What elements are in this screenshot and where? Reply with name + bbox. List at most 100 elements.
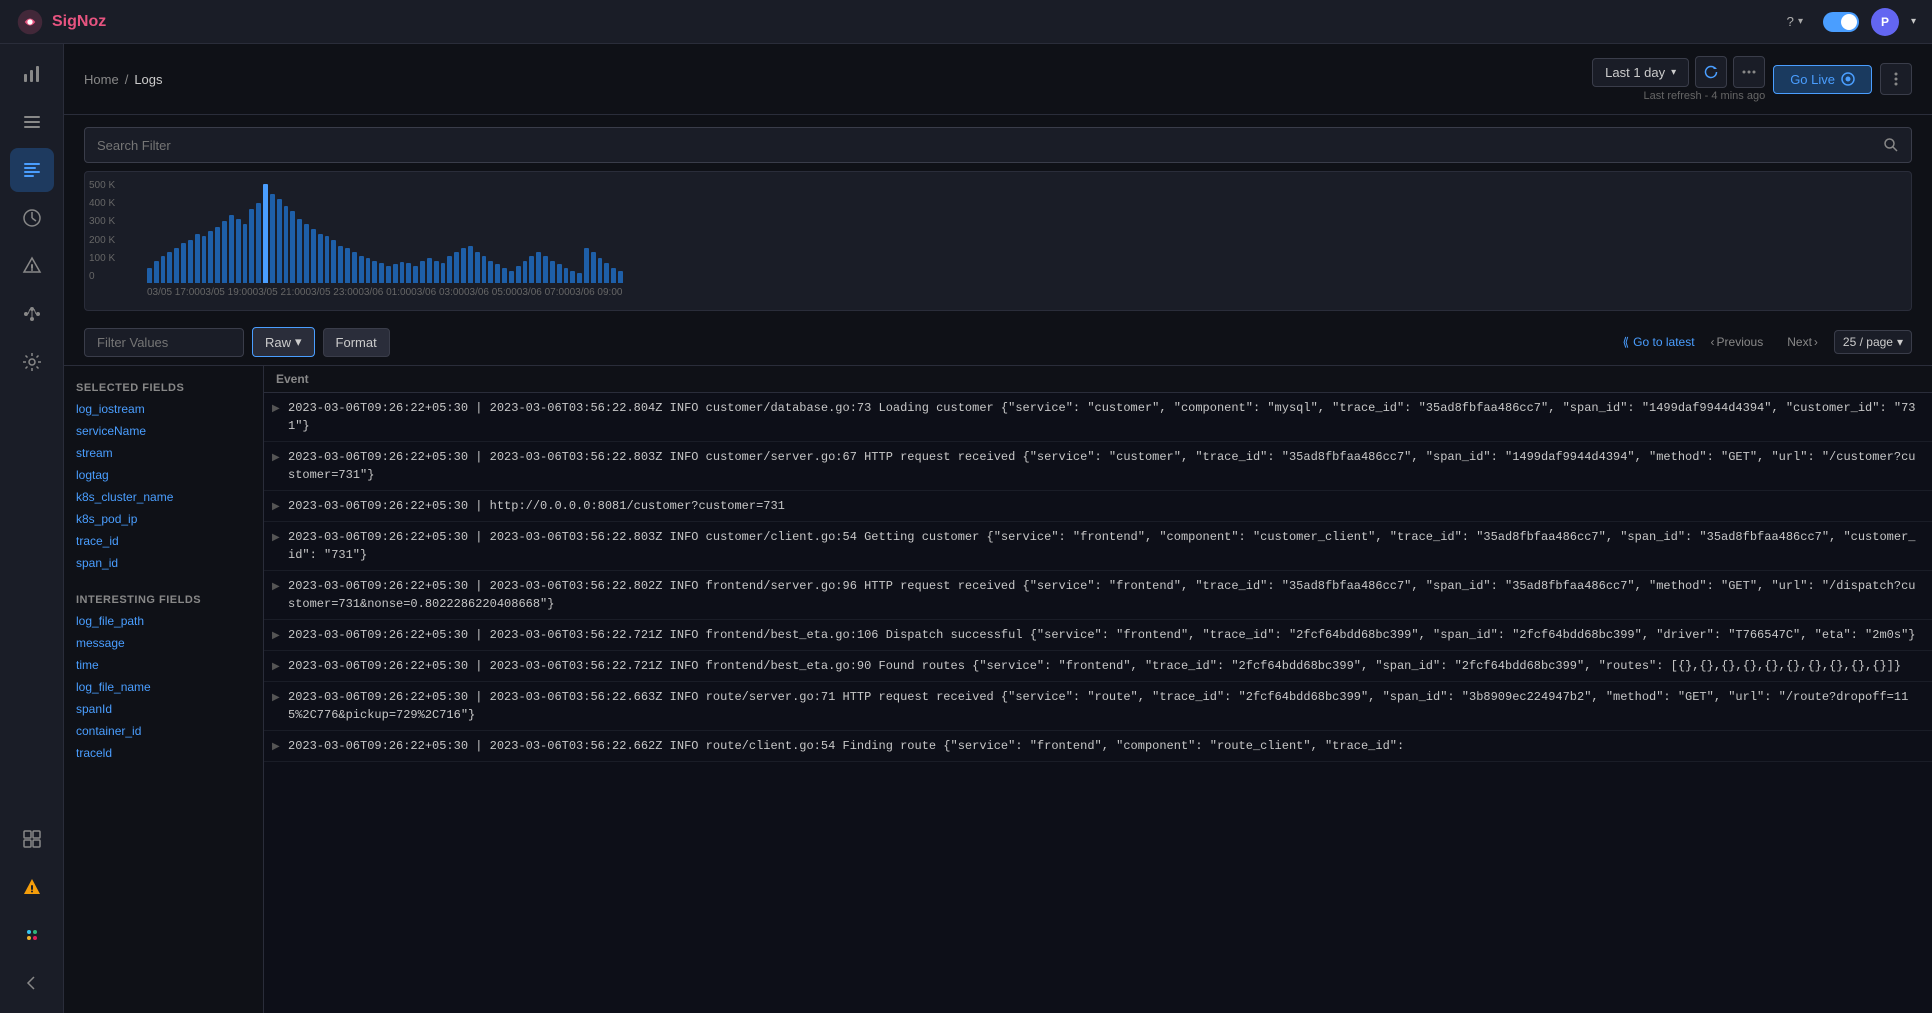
sidebar-item-slack[interactable] bbox=[10, 913, 54, 957]
chart-bar[interactable] bbox=[482, 256, 487, 283]
chart-bar[interactable] bbox=[222, 221, 227, 283]
extra-options-button[interactable] bbox=[1880, 63, 1912, 95]
time-picker[interactable]: Last 1 day ▾ bbox=[1592, 58, 1689, 87]
chart-bar[interactable] bbox=[338, 246, 343, 283]
format-button[interactable]: Format bbox=[323, 328, 390, 357]
chart-bar[interactable] bbox=[290, 211, 295, 283]
interesting-field-item[interactable]: message bbox=[64, 632, 263, 654]
selected-field-item[interactable]: trace_id bbox=[64, 530, 263, 552]
chart-bar[interactable] bbox=[195, 234, 200, 284]
chart-bar[interactable] bbox=[611, 268, 616, 283]
chart-bar[interactable] bbox=[618, 271, 623, 283]
log-entry[interactable]: ▶2023-03-06T09:26:22+05:30 | 2023-03-06T… bbox=[264, 620, 1932, 651]
chart-bar[interactable] bbox=[331, 240, 336, 283]
log-entry[interactable]: ▶2023-03-06T09:26:22+05:30 | 2023-03-06T… bbox=[264, 682, 1932, 731]
chart-bar[interactable] bbox=[229, 215, 234, 283]
chart-bar[interactable] bbox=[413, 266, 418, 283]
chart-bar[interactable] bbox=[311, 229, 316, 283]
chart-bar[interactable] bbox=[468, 246, 473, 283]
log-entry[interactable]: ▶2023-03-06T09:26:22+05:30 | 2023-03-06T… bbox=[264, 442, 1932, 491]
chart-bar[interactable] bbox=[174, 248, 179, 283]
log-entry[interactable]: ▶2023-03-06T09:26:22+05:30 | http://0.0.… bbox=[264, 491, 1932, 522]
go-live-button[interactable]: Go Live bbox=[1773, 65, 1872, 94]
selected-field-item[interactable]: k8s_cluster_name bbox=[64, 486, 263, 508]
sidebar-item-settings[interactable] bbox=[10, 340, 54, 384]
chart-bar[interactable] bbox=[536, 252, 541, 283]
avatar[interactable]: P bbox=[1871, 8, 1899, 36]
chart-bar[interactable] bbox=[277, 199, 282, 283]
chart-bar[interactable] bbox=[188, 240, 193, 283]
chart-bar[interactable] bbox=[427, 258, 432, 283]
filter-values-input[interactable] bbox=[84, 328, 244, 357]
chart-bar[interactable] bbox=[345, 248, 350, 283]
more-options-button[interactable] bbox=[1733, 56, 1765, 88]
chart-bar[interactable] bbox=[202, 236, 207, 283]
interesting-field-item[interactable]: container_id bbox=[64, 720, 263, 742]
chart-bar[interactable] bbox=[215, 227, 220, 283]
chart-bar[interactable] bbox=[495, 264, 500, 283]
chart-bar[interactable] bbox=[475, 252, 480, 283]
sidebar-item-menu[interactable] bbox=[10, 100, 54, 144]
chart-bar[interactable] bbox=[564, 268, 569, 283]
chart-bar[interactable] bbox=[529, 256, 534, 283]
chart-bar[interactable] bbox=[147, 268, 152, 283]
chart-bar[interactable] bbox=[557, 264, 562, 283]
previous-button[interactable]: ‹ Previous bbox=[1703, 331, 1772, 353]
chart-bar[interactable] bbox=[393, 264, 398, 283]
sidebar-item-dashboard[interactable] bbox=[10, 196, 54, 240]
chart-bar[interactable] bbox=[270, 194, 275, 283]
selected-field-item[interactable]: logtag bbox=[64, 464, 263, 486]
interesting-field-item[interactable]: traceld bbox=[64, 742, 263, 764]
interesting-field-item[interactable]: log_file_name bbox=[64, 676, 263, 698]
selected-field-item[interactable]: serviceName bbox=[64, 420, 263, 442]
chart-bar[interactable] bbox=[434, 261, 439, 283]
sidebar-item-analytics[interactable] bbox=[10, 52, 54, 96]
chart-bar[interactable] bbox=[420, 261, 425, 283]
chart-bar[interactable] bbox=[584, 248, 589, 283]
chart-bar[interactable] bbox=[154, 261, 159, 283]
sidebar-item-logs[interactable] bbox=[10, 148, 54, 192]
chart-bar[interactable] bbox=[570, 271, 575, 283]
chart-bar[interactable] bbox=[509, 271, 514, 283]
chart-bar[interactable] bbox=[591, 252, 596, 283]
chart-bar[interactable] bbox=[543, 256, 548, 283]
chart-bar[interactable] bbox=[454, 252, 459, 283]
selected-field-item[interactable]: k8s_pod_ip bbox=[64, 508, 263, 530]
sidebar-item-alerts[interactable] bbox=[10, 244, 54, 288]
chart-bar[interactable] bbox=[447, 256, 452, 283]
chart-bar[interactable] bbox=[550, 261, 555, 283]
chart-bar[interactable] bbox=[604, 263, 609, 283]
chart-bar[interactable] bbox=[297, 219, 302, 283]
log-entry[interactable]: ▶2023-03-06T09:26:22+05:30 | 2023-03-06T… bbox=[264, 522, 1932, 571]
page-size-button[interactable]: 25 / page ▾ bbox=[1834, 330, 1912, 354]
interesting-field-item[interactable]: spanId bbox=[64, 698, 263, 720]
chart-bar[interactable] bbox=[318, 234, 323, 284]
chart-bar[interactable] bbox=[208, 231, 213, 283]
log-entry[interactable]: ▶2023-03-06T09:26:22+05:30 | 2023-03-06T… bbox=[264, 571, 1932, 620]
chart-bar[interactable] bbox=[256, 203, 261, 283]
interesting-field-item[interactable]: log_file_path bbox=[64, 610, 263, 632]
log-entry[interactable]: ▶2023-03-06T09:26:22+05:30 | 2023-03-06T… bbox=[264, 731, 1932, 762]
chart-bar[interactable] bbox=[372, 261, 377, 283]
log-entry[interactable]: ▶2023-03-06T09:26:22+05:30 | 2023-03-06T… bbox=[264, 393, 1932, 442]
chart-bar[interactable] bbox=[379, 263, 384, 283]
next-button[interactable]: Next › bbox=[1779, 331, 1826, 353]
chart-bar[interactable] bbox=[366, 258, 371, 283]
chart-bar[interactable] bbox=[461, 248, 466, 283]
chart-bar[interactable] bbox=[488, 261, 493, 283]
chart-bar[interactable] bbox=[386, 266, 391, 283]
selected-field-item[interactable]: span_id bbox=[64, 552, 263, 574]
chart-bar[interactable] bbox=[598, 258, 603, 283]
raw-view-button[interactable]: Raw ▾ bbox=[252, 327, 315, 357]
chart-bar[interactable] bbox=[181, 243, 186, 283]
sidebar-item-collapse[interactable] bbox=[10, 961, 54, 1005]
chart-bar[interactable] bbox=[325, 236, 330, 283]
search-input[interactable] bbox=[97, 138, 1883, 153]
chart-bar[interactable] bbox=[236, 219, 241, 283]
sidebar-item-integrations[interactable] bbox=[10, 817, 54, 861]
chart-bar[interactable] bbox=[441, 263, 446, 283]
refresh-button[interactable] bbox=[1695, 56, 1727, 88]
chart-bar[interactable] bbox=[249, 209, 254, 283]
log-entry[interactable]: ▶2023-03-06T09:26:22+05:30 | 2023-03-06T… bbox=[264, 651, 1932, 682]
selected-field-item[interactable]: log_iostream bbox=[64, 398, 263, 420]
